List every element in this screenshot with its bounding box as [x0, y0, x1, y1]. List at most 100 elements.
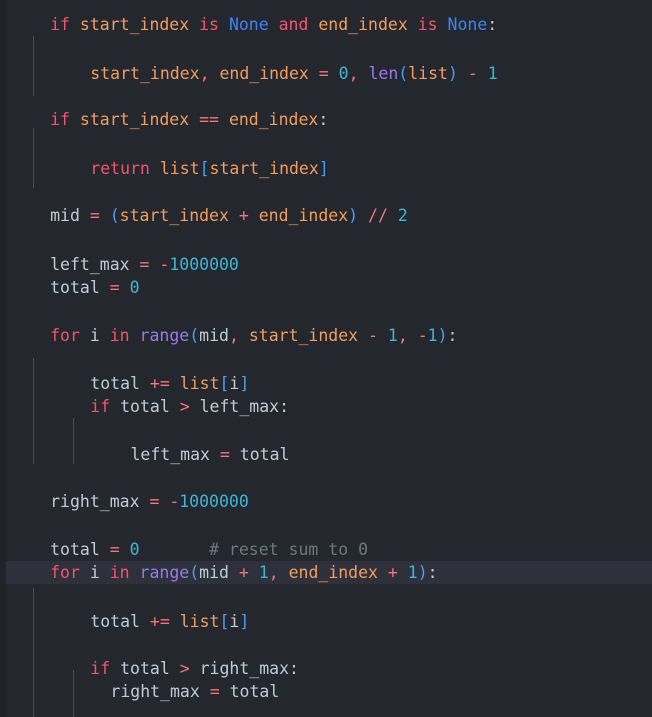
code-line[interactable]: total += list[i]	[0, 610, 652, 633]
code-line[interactable]: right_max = total	[0, 680, 652, 703]
code-line-content: if start_index == end_index:	[50, 108, 328, 131]
code-line[interactable]	[0, 131, 652, 154]
code-line[interactable]: if total > right_max:	[0, 657, 652, 680]
code-line[interactable]: left_max = total	[0, 443, 652, 466]
code-line[interactable]	[0, 513, 652, 536]
code-line[interactable]: total = 0 # reset sum to 0	[0, 538, 652, 561]
code-line[interactable]	[0, 418, 652, 441]
code-token-var: i	[229, 374, 240, 393]
code-token-punc: )	[348, 206, 359, 225]
code-line[interactable]: left_max = -1000000	[0, 253, 652, 276]
code-token-num: 0	[338, 64, 349, 83]
code-token-plain: :	[447, 326, 458, 345]
code-token-kw: if	[50, 110, 70, 129]
code-line[interactable]	[0, 180, 652, 203]
code-line-content: if total > left_max:	[90, 395, 289, 418]
code-token-punc: [	[219, 612, 230, 631]
code-line-content: for i in range(mid, start_index - 1, -1)…	[50, 324, 457, 347]
code-line[interactable]: start_index, end_index = 0, len(list) - …	[0, 62, 652, 85]
code-token-num: 1	[258, 563, 269, 582]
code-token-ident: list	[179, 612, 220, 631]
code-token-ident: list	[179, 374, 220, 393]
code-token-var: left_max	[50, 255, 130, 274]
code-line[interactable]: for i in range(mid, start_index - 1, -1)…	[0, 324, 652, 347]
code-line[interactable]: for i in range(mid + 1, end_index + 1):	[0, 561, 652, 584]
code-token-op: >	[179, 397, 190, 416]
code-line-content: left_max = -1000000	[50, 253, 239, 276]
code-token-kw: is	[199, 15, 219, 34]
code-token-punc: ]	[239, 374, 250, 393]
code-line[interactable]	[0, 85, 652, 108]
code-line[interactable]	[0, 299, 652, 322]
code-line[interactable]	[0, 36, 652, 59]
code-token-kw: is	[417, 15, 438, 34]
code-line[interactable]: total += list[i]	[0, 372, 652, 395]
code-token-var: total	[120, 397, 170, 416]
code-token-kw: in	[109, 563, 130, 582]
code-token-num: 2	[397, 206, 408, 225]
code-token-plain: :	[427, 563, 438, 582]
code-token-kw: for	[50, 326, 80, 345]
code-token-ident: end_index	[318, 15, 408, 34]
code-line[interactable]: total = 0	[0, 276, 652, 299]
code-line-content: total = 0	[50, 276, 139, 299]
code-editor[interactable]: if start_index is None and end_index is …	[0, 0, 652, 717]
code-token-op: ==	[199, 110, 219, 129]
code-token-num: 1	[387, 326, 398, 345]
code-token-kw: if	[90, 397, 111, 416]
code-token-ident: end_index	[288, 563, 378, 582]
code-token-plain: :	[487, 15, 498, 34]
code-surface[interactable]: if start_index is None and end_index is …	[0, 0, 652, 717]
code-token-op: =	[219, 445, 230, 464]
code-token-num: 0	[129, 540, 140, 559]
code-token-punc: [	[199, 159, 210, 178]
code-token-var: total	[239, 445, 290, 464]
code-token-var: total	[50, 278, 100, 297]
code-token-op: //	[368, 206, 388, 225]
code-token-var: total	[50, 540, 100, 559]
code-line[interactable]: return list[start_index]	[0, 157, 652, 180]
code-line[interactable]	[0, 227, 652, 250]
code-line[interactable]: if start_index is None and end_index is …	[0, 13, 652, 36]
code-line[interactable]: right_max = -1000000	[0, 490, 652, 513]
code-line[interactable]: if start_index == end_index:	[0, 108, 652, 131]
code-token-punc: (	[189, 326, 200, 345]
code-line[interactable]: if total > left_max:	[0, 395, 652, 418]
code-line[interactable]	[0, 584, 652, 607]
code-token-var: left_max	[130, 445, 210, 464]
code-line[interactable]	[0, 633, 652, 656]
code-token-var: total	[229, 682, 280, 701]
code-token-ident: start_index	[119, 206, 229, 225]
code-line[interactable]	[0, 347, 652, 370]
code-token-op: -	[368, 326, 378, 345]
code-line[interactable]	[0, 466, 652, 489]
code-token-ident: end_index	[228, 110, 319, 129]
code-line[interactable]: mid = (start_index + end_index) // 2	[0, 204, 652, 227]
code-token-punc: [	[219, 374, 230, 393]
